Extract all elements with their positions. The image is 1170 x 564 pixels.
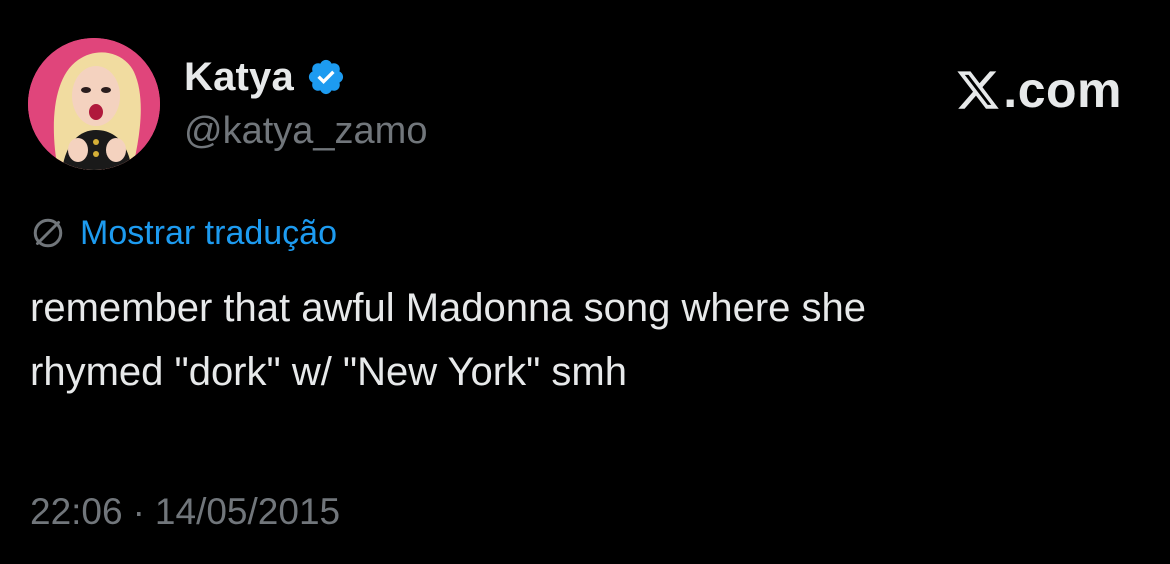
author-handle[interactable]: @katya_zamo [184,108,427,154]
tweet-timestamp[interactable]: 22:06 · 14/05/2015 [30,488,340,536]
timestamp-separator: · [132,491,145,532]
translate-globe-icon [30,215,66,251]
show-translation-link[interactable]: Mostrar tradução [30,210,337,256]
x-logo-icon [955,67,1001,113]
profile-photo [28,38,160,170]
tweet-text: remember that awful Madonna song where s… [30,286,867,394]
verified-badge-icon [306,57,346,97]
brand-domain-text: .com [1003,62,1122,118]
avatar[interactable] [28,38,160,170]
show-translation-label[interactable]: Mostrar tradução [80,210,337,256]
x-com-watermark: .com [955,62,1122,118]
tweet-time[interactable]: 22:06 [30,488,123,536]
tweet-date[interactable]: 14/05/2015 [155,488,340,536]
author-name-row[interactable]: Katya [184,52,346,102]
author-display-name[interactable]: Katya [184,52,294,102]
